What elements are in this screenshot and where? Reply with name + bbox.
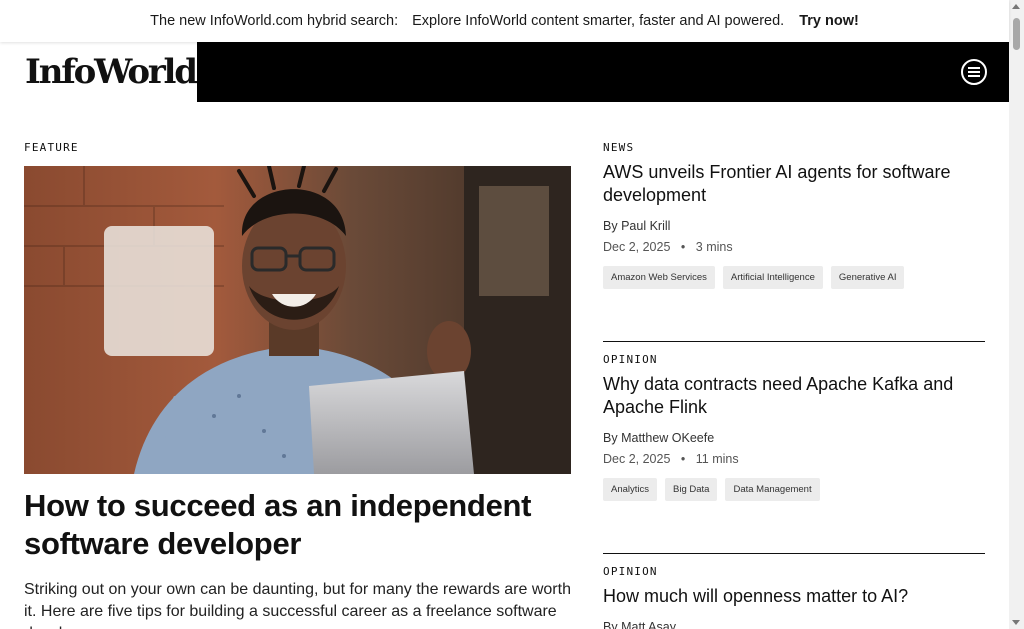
promo-lead: The new InfoWorld.com hybrid search:	[150, 13, 399, 29]
article-meta: Dec 2, 2025 • 3 mins	[603, 240, 985, 254]
byline-prefix: By	[603, 620, 618, 629]
article-label: NEWS	[603, 141, 635, 154]
meta-separator: •	[680, 240, 686, 254]
article-title[interactable]: AWS unveils Frontier AI agents for softw…	[603, 161, 985, 207]
article-byline: By Paul Krill	[603, 219, 985, 233]
article-label: OPINION	[603, 353, 658, 366]
author-link[interactable]: Matthew OKeefe	[621, 431, 714, 445]
try-now-link[interactable]: Try now!	[799, 13, 859, 29]
article-meta: Dec 2, 2025 • 11 mins	[603, 452, 985, 466]
feature-label: FEATURE	[24, 141, 79, 154]
article-divider	[603, 341, 985, 342]
article-card: NEWS AWS unveils Frontier AI agents for …	[603, 141, 985, 289]
tag-list: Amazon Web Services Artificial Intellige…	[603, 266, 985, 289]
article-title[interactable]: How much will openness matter to AI?	[603, 585, 985, 608]
top-nav-bar	[197, 42, 1009, 102]
author-link[interactable]: Matt Asay	[621, 620, 676, 629]
read-time: 3 mins	[695, 240, 733, 254]
tag[interactable]: Big Data	[665, 478, 718, 501]
article-date: Dec 2, 2025	[603, 240, 671, 254]
scroll-down-icon[interactable]	[1012, 620, 1020, 625]
tag[interactable]: Data Management	[725, 478, 820, 501]
feature-image[interactable]	[24, 166, 571, 474]
article-label: OPINION	[603, 565, 658, 578]
article-date: Dec 2, 2025	[603, 452, 671, 466]
article-card: OPINION How much will openness matter to…	[603, 565, 985, 629]
article-byline: By Matthew OKeefe	[603, 431, 985, 445]
meta-separator: •	[680, 452, 686, 466]
article-divider	[603, 553, 985, 554]
byline-prefix: By	[603, 219, 618, 233]
tag-list: Analytics Big Data Data Management	[603, 478, 985, 501]
read-time: 11 mins	[695, 452, 739, 466]
infoworld-logo[interactable]: InfoWorld	[25, 55, 198, 89]
promo-banner: The new InfoWorld.com hybrid search: Exp…	[0, 0, 1009, 42]
article-byline: By Matt Asay	[603, 620, 985, 629]
menu-icon[interactable]	[961, 59, 987, 85]
page-scrollbar[interactable]	[1009, 0, 1024, 629]
tag[interactable]: Amazon Web Services	[603, 266, 715, 289]
promo-body: Explore InfoWorld content smarter, faste…	[412, 13, 785, 29]
byline-prefix: By	[603, 431, 618, 445]
logo-area: InfoWorld	[0, 42, 198, 102]
author-link[interactable]: Paul Krill	[621, 219, 670, 233]
tag[interactable]: Analytics	[603, 478, 658, 501]
article-card: OPINION Why data contracts need Apache K…	[603, 353, 985, 501]
scroll-thumb[interactable]	[1013, 18, 1020, 50]
scroll-up-icon[interactable]	[1012, 4, 1020, 9]
tag[interactable]: Generative AI	[830, 266, 905, 289]
feature-headline[interactable]: How to succeed as an independent softwar…	[24, 487, 571, 563]
feature-summary: Striking out on your own can be daunting…	[24, 581, 571, 629]
tag[interactable]: Artificial Intelligence	[722, 266, 823, 289]
article-title[interactable]: Why data contracts need Apache Kafka and…	[603, 373, 985, 419]
